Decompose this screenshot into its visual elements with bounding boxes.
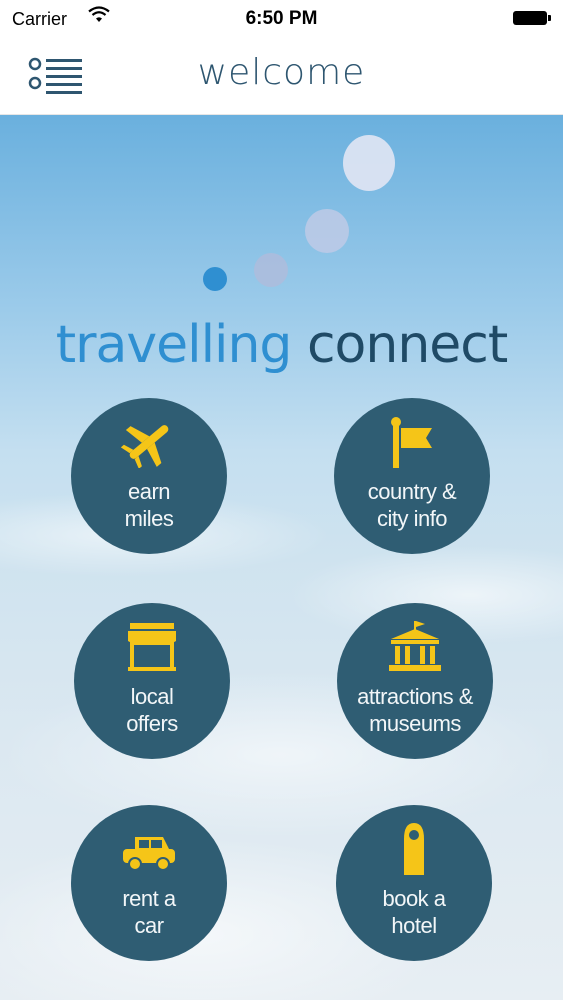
home-background: travelling connect earn miles country & <box>0 115 563 1000</box>
tile-label-line1: earn <box>127 479 171 504</box>
tile-label-line2: offers <box>126 711 178 736</box>
tile-label-line2: miles <box>124 506 174 531</box>
tile-label-line1: book a <box>382 886 446 911</box>
storefront-icon <box>128 623 176 671</box>
earn-miles-button[interactable]: earn miles <box>71 398 227 554</box>
brand-logo: travelling connect <box>0 315 563 375</box>
tile-label-line1: rent a <box>122 886 176 911</box>
brand-word-connect: connect <box>306 315 508 375</box>
door-hanger-icon <box>404 823 424 875</box>
decorative-bubble <box>203 267 227 291</box>
tile-label-line2: museums <box>369 711 461 736</box>
brand-word-travelling: travelling <box>55 315 293 375</box>
attractions-museums-button[interactable]: attractions & museums <box>337 603 493 759</box>
decorative-bubble <box>254 253 288 287</box>
country-city-info-button[interactable]: country & city info <box>334 398 490 554</box>
page-title: welcome <box>197 52 366 93</box>
battery-icon <box>513 11 551 27</box>
airplane-icon <box>120 425 169 468</box>
decorative-bubble <box>305 209 349 253</box>
tile-label-line1: local <box>130 684 174 709</box>
tile-label-line1: country & <box>367 479 457 504</box>
tile-label-line2: car <box>134 913 164 938</box>
rent-a-car-button[interactable]: rent a car <box>71 805 227 961</box>
museum-icon <box>389 621 441 671</box>
decorative-bubble <box>343 135 395 191</box>
tile-label-line2: hotel <box>391 913 437 938</box>
nav-bar: welcome <box>0 40 563 115</box>
status-bar: Carrier 6:50 PM <box>0 0 563 40</box>
tile-label-line2: city info <box>376 506 448 531</box>
book-a-hotel-button[interactable]: book a hotel <box>336 805 492 961</box>
tile-label-line1: attractions & <box>357 684 473 709</box>
local-offers-button[interactable]: local offers <box>74 603 230 759</box>
clock: 6:50 PM <box>245 8 318 29</box>
car-icon <box>123 837 175 871</box>
flag-icon <box>391 417 432 468</box>
